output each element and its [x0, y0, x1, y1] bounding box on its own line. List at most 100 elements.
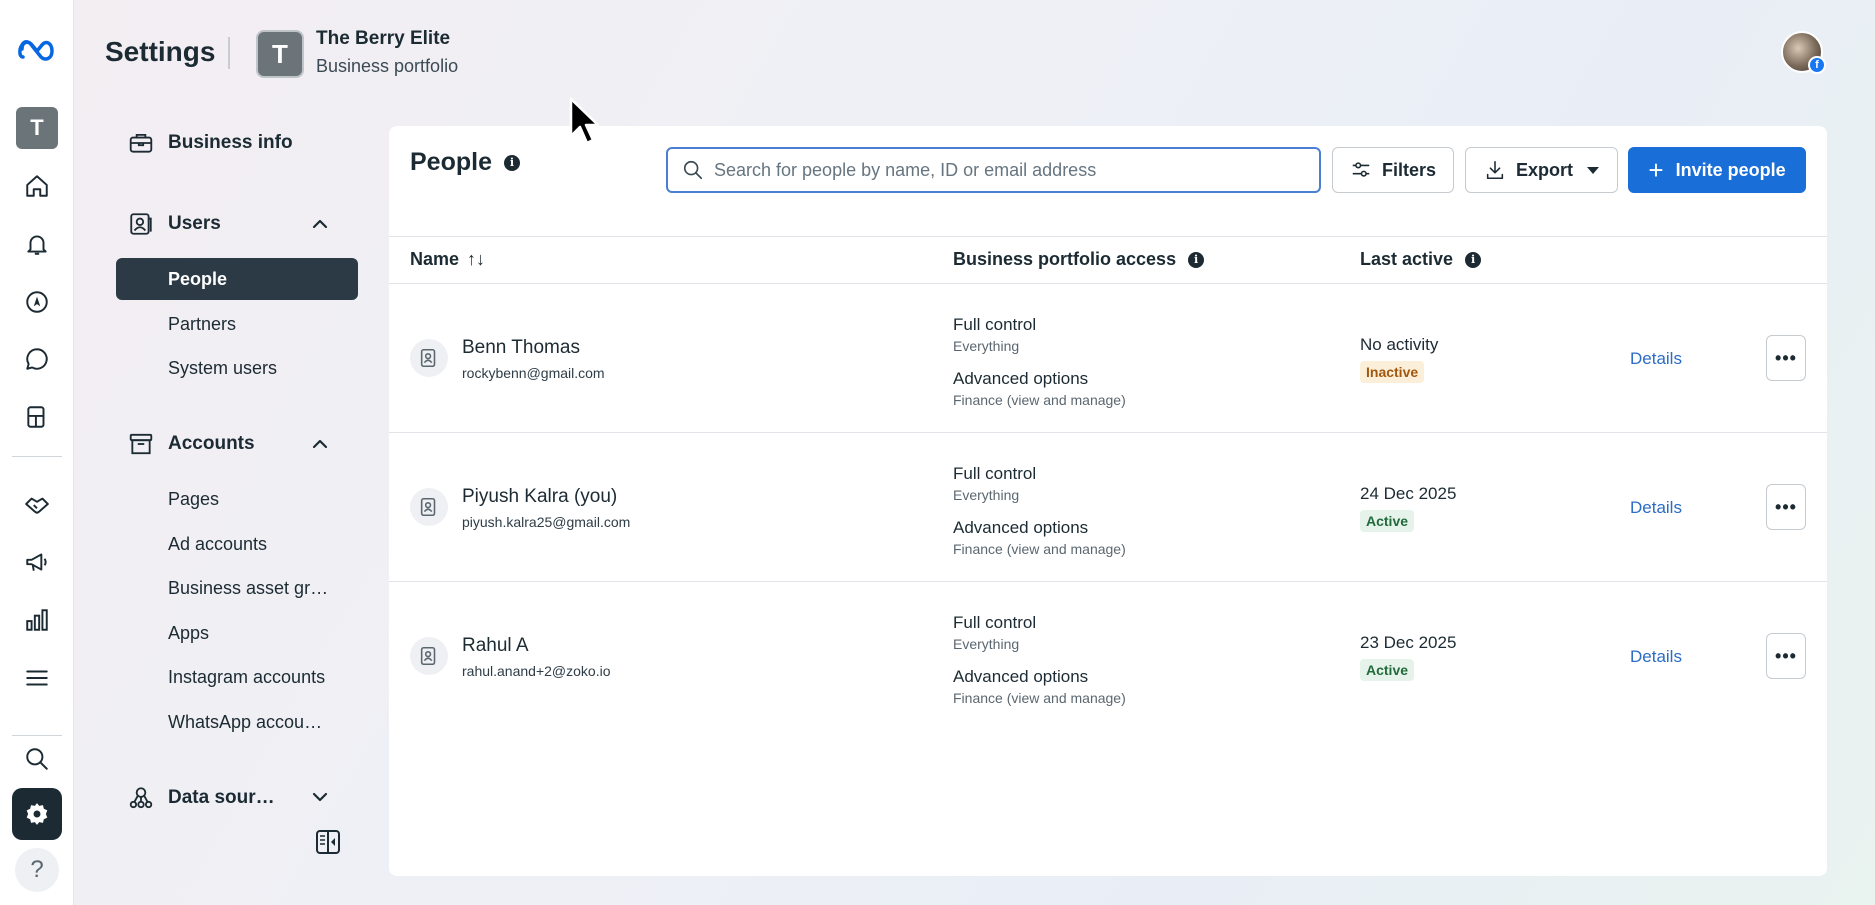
collapse-sidebar-icon[interactable]: [314, 828, 342, 856]
more-options-button[interactable]: •••: [1766, 484, 1806, 530]
nav-accounts-label: Accounts: [168, 433, 255, 454]
caret-down-icon: [1587, 166, 1599, 174]
briefcase-icon: [129, 133, 153, 153]
nav-business-info[interactable]: Business info: [128, 128, 293, 158]
sidebar-item-pages[interactable]: Pages: [116, 478, 358, 520]
user-card-icon: [410, 488, 448, 526]
access-subtitle: Finance (view and manage): [953, 392, 1126, 408]
column-last-active-label: Last active: [1360, 249, 1454, 269]
details-link[interactable]: Details: [1630, 647, 1682, 667]
archive-box-icon: [129, 433, 153, 455]
meta-logo-icon[interactable]: [12, 26, 62, 72]
portfolio-subtitle: Business portfolio: [316, 56, 459, 76]
sidebar-item-apps[interactable]: Apps: [116, 612, 358, 654]
search-input[interactable]: [714, 159, 1294, 181]
column-name[interactable]: Name ↑↓: [410, 249, 485, 270]
access-title: Advanced options: [953, 518, 1089, 537]
user-card-icon: [410, 637, 448, 675]
chevron-up-icon[interactable]: [310, 434, 330, 454]
status-badge: Active: [1360, 510, 1415, 532]
bell-icon[interactable]: [12, 221, 62, 267]
navigation-icon[interactable]: [12, 279, 62, 325]
nav-business-info-label: Business info: [168, 132, 293, 153]
access-title: Advanced options: [953, 369, 1089, 388]
plus-icon: +: [1648, 155, 1664, 185]
access-title: Advanced options: [953, 667, 1089, 686]
access-subtitle: Everything: [953, 338, 1020, 354]
filters-label: Filters: [1381, 159, 1437, 180]
menu-icon[interactable]: [12, 655, 62, 701]
portfolio-name[interactable]: The Berry Elite: [316, 28, 450, 50]
column-name-label: Name: [410, 249, 460, 269]
bar-chart-icon[interactable]: [12, 597, 62, 643]
chat-icon[interactable]: [12, 336, 62, 382]
last-active: No activity: [1360, 335, 1439, 354]
search-icon[interactable]: [12, 736, 62, 782]
people-panel: People i Filters Export + Invite people …: [389, 126, 1827, 876]
person-email: rockybenn@gmail.com: [462, 365, 605, 381]
nav-data-sources[interactable]: Data sour…: [128, 783, 275, 813]
column-access-label: Business portfolio access: [953, 249, 1177, 269]
user-card-icon: [130, 213, 152, 235]
access-subtitle: Everything: [953, 487, 1020, 503]
info-icon[interactable]: i: [1188, 251, 1205, 268]
export-button[interactable]: Export: [1465, 147, 1618, 193]
last-active: 23 Dec 2025: [1360, 633, 1457, 652]
sidebar-item-system-users[interactable]: System users: [116, 347, 358, 389]
chevron-up-icon[interactable]: [310, 214, 330, 234]
table-row: Piyush Kalra (you) piyush.kalra25@gmail.…: [389, 434, 1827, 582]
user-card-icon: [410, 339, 448, 377]
table-header: Name ↑↓ Business portfolio access i Last…: [389, 236, 1827, 284]
more-options-button[interactable]: •••: [1766, 633, 1806, 679]
invite-people-button[interactable]: + Invite people: [1628, 147, 1806, 193]
column-access: Business portfolio access i: [953, 249, 1205, 270]
filters-button[interactable]: Filters: [1332, 147, 1454, 193]
sidebar-item-whatsapp-accounts[interactable]: WhatsApp accou…: [116, 701, 358, 743]
person-name: Benn Thomas: [462, 337, 580, 358]
access-title: Full control: [953, 315, 1037, 334]
rail-divider: [12, 456, 62, 457]
sidebar-item-ad-accounts[interactable]: Ad accounts: [116, 523, 358, 565]
left-rail: T ?: [0, 0, 74, 905]
table-row: Benn Thomas rockybenn@gmail.com Full con…: [389, 285, 1827, 433]
invite-people-label: Invite people: [1675, 159, 1786, 180]
sidebar-item-partners[interactable]: Partners: [116, 303, 358, 345]
info-icon[interactable]: i: [1465, 251, 1482, 268]
sidebar-item-people[interactable]: People: [116, 258, 358, 300]
table-row: Rahul A rahul.anand+2@zoko.io Full contr…: [389, 583, 1827, 731]
info-icon[interactable]: i: [503, 154, 520, 171]
access-subtitle: Finance (view and manage): [953, 690, 1126, 706]
column-last-active: Last active i: [1360, 249, 1482, 270]
help-icon[interactable]: ?: [15, 848, 59, 892]
handshake-icon[interactable]: [12, 481, 62, 527]
details-link[interactable]: Details: [1630, 349, 1682, 369]
mouse-cursor-icon: [569, 97, 600, 145]
details-link[interactable]: Details: [1630, 498, 1682, 518]
gear-icon[interactable]: [12, 788, 62, 840]
home-icon[interactable]: [12, 163, 62, 209]
access-title: Full control: [953, 464, 1037, 483]
panel-title: People i: [410, 148, 520, 177]
person-email: piyush.kalra25@gmail.com: [462, 514, 631, 530]
person-name: Rahul A: [462, 635, 529, 656]
chevron-down-icon[interactable]: [310, 787, 330, 807]
nav-users-label: Users: [168, 213, 221, 234]
megaphone-icon[interactable]: [12, 539, 62, 585]
search-box[interactable]: [666, 147, 1321, 193]
sidebar-item-instagram-accounts[interactable]: Instagram accounts: [116, 656, 358, 698]
pages-icon[interactable]: [12, 394, 62, 440]
nav-users[interactable]: Users: [128, 209, 221, 239]
sidebar-item-business-asset-groups[interactable]: Business asset gr…: [116, 567, 358, 609]
nav-accounts[interactable]: Accounts: [128, 429, 255, 459]
more-options-button[interactable]: •••: [1766, 335, 1806, 381]
status-badge: Active: [1360, 659, 1415, 681]
access-subtitle: Finance (view and manage): [953, 541, 1126, 557]
access-subtitle: Everything: [953, 636, 1020, 652]
person-email: rahul.anand+2@zoko.io: [462, 663, 611, 679]
access-title: Full control: [953, 613, 1037, 632]
page-title: Settings: [105, 36, 216, 67]
portfolio-avatar[interactable]: T: [256, 30, 304, 78]
export-label: Export: [1515, 159, 1573, 180]
portfolio-avatar-small[interactable]: T: [16, 107, 58, 149]
sort-icon[interactable]: ↑↓: [467, 249, 485, 270]
